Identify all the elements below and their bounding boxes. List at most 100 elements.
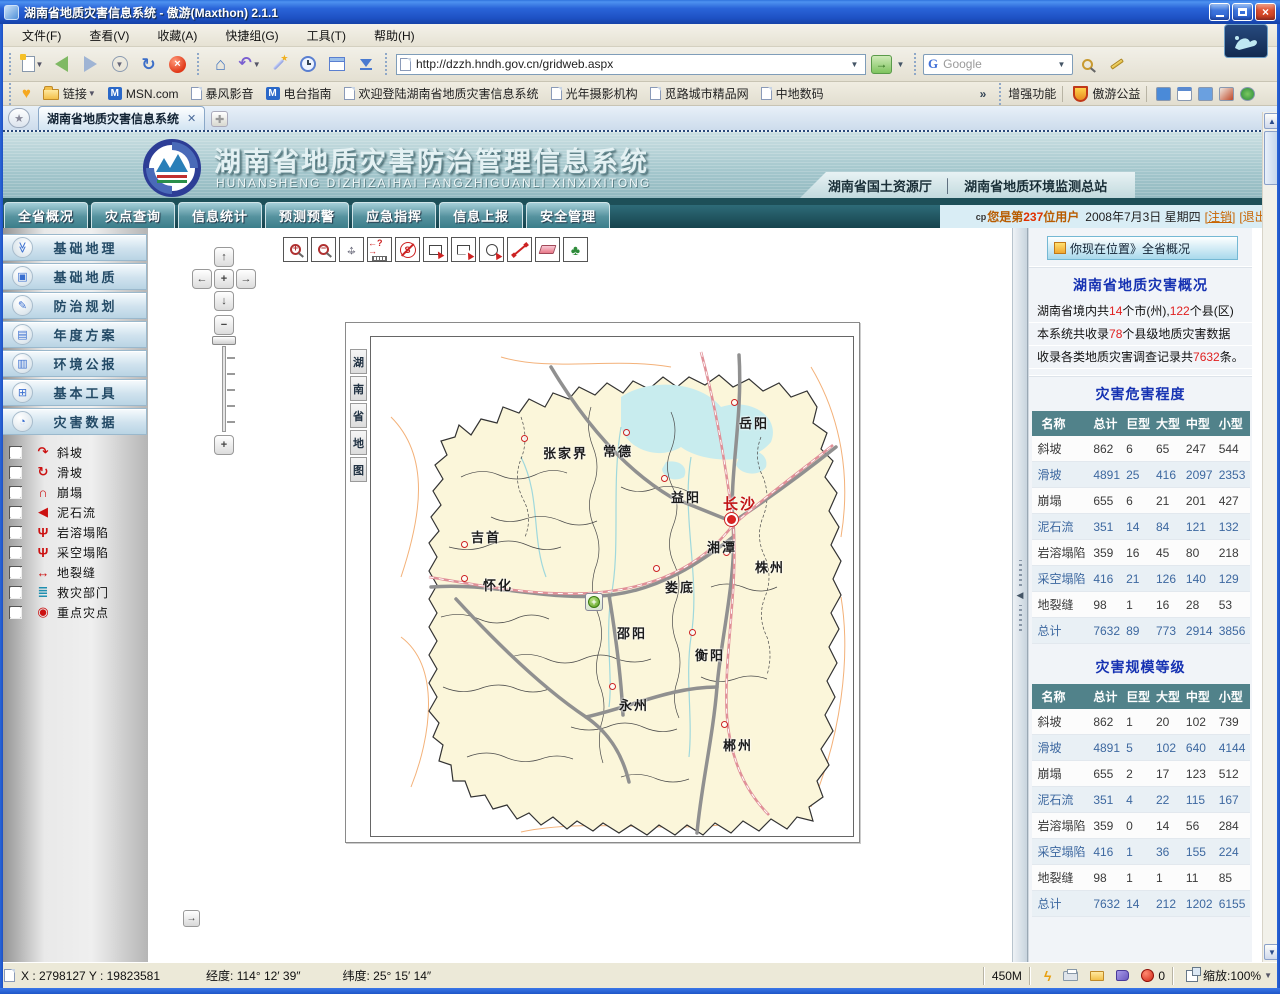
- toolbar-grip[interactable]: [999, 83, 1003, 105]
- link-item[interactable]: 中地数码: [761, 85, 824, 102]
- menu-item[interactable]: 文件(F): [8, 24, 75, 47]
- search-input[interactable]: Google: [943, 57, 1053, 71]
- brush-icon[interactable]: [1219, 87, 1234, 101]
- address-input[interactable]: http://dzzh.hndh.gov.cn/gridweb.aspx: [416, 57, 846, 71]
- zoom-slider-track[interactable]: [222, 346, 226, 432]
- sidebar-section-button[interactable]: ⊞ 基本工具: [1, 379, 147, 406]
- eraser-tool-button[interactable]: [535, 237, 560, 262]
- boost-icon[interactable]: ϟ: [1044, 968, 1051, 984]
- refresh-button[interactable]: ↻: [135, 51, 162, 78]
- menu-item[interactable]: 快捷组(G): [211, 24, 292, 47]
- sidebar-section-button[interactable]: ▣ 基础地质: [1, 263, 147, 290]
- logout-link[interactable]: [注销]: [1205, 208, 1236, 225]
- link-item[interactable]: 觅路城市精品网: [650, 85, 749, 102]
- collector-icon[interactable]: [1116, 970, 1129, 981]
- link-item[interactable]: 暴风影音: [191, 85, 254, 102]
- zoom-in-step-button[interactable]: +: [214, 435, 234, 455]
- charity-link[interactable]: 傲游公益: [1092, 85, 1140, 102]
- search-engine-dropdown-icon[interactable]: ▼: [1053, 56, 1070, 73]
- sidebar-section-button[interactable]: ▤ 年度方案: [1, 321, 147, 348]
- back-button[interactable]: [48, 51, 75, 78]
- layer-checkbox[interactable]: [9, 526, 22, 539]
- redline-tool-button[interactable]: [507, 237, 532, 262]
- pan-tool-button[interactable]: ↔↕: [339, 237, 364, 262]
- nav-tab[interactable]: 信息统计: [178, 202, 262, 228]
- toolbar-grip[interactable]: [9, 83, 13, 105]
- layer-row[interactable]: Ψ 采空塌陷: [0, 542, 148, 562]
- new-tab-button[interactable]: ▼: [19, 51, 46, 78]
- layer-checkbox[interactable]: [9, 606, 22, 619]
- forward-button[interactable]: [77, 51, 104, 78]
- clear-scale-tool-button[interactable]: S: [395, 237, 420, 262]
- link-item[interactable]: 电台指南: [266, 85, 332, 102]
- pan-down-button[interactable]: ↓: [214, 291, 234, 311]
- favorites-star-icon[interactable]: ★: [8, 108, 30, 128]
- select-circle-tool-button[interactable]: ▶: [479, 237, 504, 262]
- link-item[interactable]: MSN.com: [108, 87, 179, 101]
- new-tab-plus-button[interactable]: ✚: [211, 111, 228, 127]
- toolbar-grip[interactable]: [385, 53, 389, 75]
- nav-tab[interactable]: 灾点查询: [91, 202, 175, 228]
- close-button[interactable]: ×: [1255, 3, 1276, 21]
- magic-fill-button[interactable]: [265, 51, 292, 78]
- address-dropdown-icon[interactable]: ▼: [846, 56, 863, 73]
- toolbar-grip[interactable]: [914, 53, 918, 75]
- minimize-button[interactable]: [1209, 3, 1230, 21]
- popup-blocker-icon[interactable]: [1141, 969, 1154, 982]
- layer-checkbox[interactable]: [9, 566, 22, 579]
- zoom-out-step-button[interactable]: −: [214, 315, 234, 335]
- measure-tool-button[interactable]: ←?→: [367, 237, 392, 262]
- link-item[interactable]: 光年摄影机构: [551, 85, 638, 102]
- notes-icon[interactable]: [1198, 87, 1213, 101]
- maximize-button[interactable]: [1232, 3, 1253, 21]
- sidebar-section-button[interactable]: ✎ 防治规划: [1, 292, 147, 319]
- tab-close-icon[interactable]: ✕: [187, 112, 196, 125]
- locate-overlay-button[interactable]: +: [585, 593, 603, 611]
- search-box[interactable]: G Google ▼: [923, 54, 1073, 75]
- proxy-icon[interactable]: [1063, 971, 1078, 981]
- links-overflow-chevron[interactable]: »: [980, 87, 987, 101]
- toolbar-grip[interactable]: [197, 53, 201, 75]
- pan-right-button[interactable]: →: [236, 269, 256, 289]
- layer-checkbox[interactable]: [9, 586, 22, 599]
- menu-item[interactable]: 查看(V): [75, 24, 143, 47]
- layer-row[interactable]: ◉ 重点灾点: [0, 602, 148, 622]
- nav-tab[interactable]: 安全管理: [526, 202, 610, 228]
- geo-env-monitor-link[interactable]: 湖南省地质环境监测总站: [952, 176, 1119, 195]
- folder-icon[interactable]: [1090, 971, 1104, 981]
- history-dropdown-button[interactable]: ▼: [106, 51, 133, 78]
- panel-splitter[interactable]: ◀: [1012, 228, 1028, 962]
- toolbar-grip[interactable]: [9, 53, 13, 75]
- menu-item[interactable]: 工具(T): [293, 24, 360, 47]
- layer-checkbox[interactable]: [9, 506, 22, 519]
- sidebar-section-button[interactable]: ≫ 基础地理: [1, 234, 147, 261]
- map-canvas[interactable]: 张家界常德岳阳益阳长沙吉首湘潭株州怀化娄底邵阳衡阳永州郴州 +: [370, 336, 854, 837]
- layer-checkbox[interactable]: [9, 466, 22, 479]
- world-icon[interactable]: [1240, 87, 1255, 101]
- sidebar-section-button[interactable]: ◔ 灾害数据: [1, 408, 147, 435]
- history-button[interactable]: [294, 51, 321, 78]
- download-button[interactable]: [352, 51, 379, 78]
- go-button[interactable]: →: [871, 55, 892, 74]
- undo-button[interactable]: ↶▼: [236, 51, 263, 78]
- sidebar-section-button[interactable]: ▥ 环境公报: [1, 350, 147, 377]
- skin-icon[interactable]: [1156, 87, 1171, 101]
- layer-row[interactable]: Ψ 岩溶塌陷: [0, 522, 148, 542]
- boost-features-link[interactable]: 增强功能: [1008, 85, 1056, 102]
- zoom-slider-handle[interactable]: [212, 336, 236, 345]
- pan-center-button[interactable]: +: [214, 269, 234, 289]
- search-button[interactable]: [1074, 51, 1101, 78]
- windows-icon[interactable]: [1177, 87, 1192, 101]
- zoom-level[interactable]: 缩放:100%: [1203, 967, 1261, 984]
- layer-row[interactable]: ↔ 地裂缝: [0, 562, 148, 582]
- nav-tab[interactable]: 预测预警: [265, 202, 349, 228]
- maxthon-shield-icon[interactable]: [1073, 86, 1088, 102]
- link-item[interactable]: 欢迎登陆湖南省地质灾害信息系统: [344, 85, 539, 102]
- expand-panel-button[interactable]: →: [183, 910, 200, 927]
- menu-item[interactable]: 帮助(H): [360, 24, 429, 47]
- address-bar[interactable]: http://dzzh.hndh.gov.cn/gridweb.aspx ▼: [396, 54, 866, 75]
- resize-icon[interactable]: [1186, 970, 1198, 982]
- nav-tab[interactable]: 信息上报: [439, 202, 523, 228]
- select-polygon-tool-button[interactable]: ▶: [451, 237, 476, 262]
- zoom-in-tool-button[interactable]: +: [283, 237, 308, 262]
